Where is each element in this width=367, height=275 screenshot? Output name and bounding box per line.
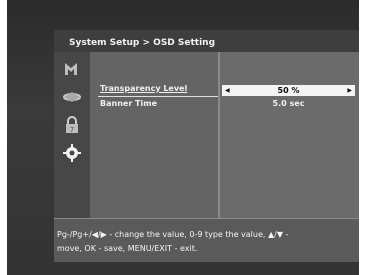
setting-label-transparency[interactable]: Transparency Level [100,84,187,93]
banner-time-value[interactable]: 5.0 sec [222,99,355,108]
arrow-left-icon[interactable]: ◀ [225,85,230,96]
settings-list: Transparency Level Banner Time [90,52,218,218]
arrow-right-icon[interactable]: ▶ [347,85,352,96]
cursor-icon[interactable] [62,60,82,78]
help-text: Pg-/Pg+/◀/▶ - change the value, 0-9 type… [57,230,289,253]
title-bar: System Setup > OSD Setting [54,30,359,52]
tv-frame: System Setup > OSD Setting 7 Transparenc… [7,0,359,275]
sidebar-icons: 7 [54,52,90,218]
selection-underline [98,96,218,97]
help-bar: Pg-/Pg+/◀/▶ - change the value, 0-9 type… [54,218,359,262]
gear-icon[interactable] [62,144,82,162]
lock-icon[interactable]: 7 [62,116,82,134]
transparency-value: 50 % [277,86,300,95]
transparency-value-selector[interactable]: ◀ 50 % ▶ [222,85,355,96]
setting-label-banner-time[interactable]: Banner Time [100,99,157,108]
settings-values: ◀ 50 % ▶ 5.0 sec [220,52,359,218]
svg-text:7: 7 [70,126,74,134]
satellite-icon[interactable] [62,88,82,106]
breadcrumb: System Setup > OSD Setting [69,38,216,48]
menu-body: 7 Transparency Level Banner Time ◀ 50 % … [54,52,359,218]
osd-screen: System Setup > OSD Setting 7 Transparenc… [54,30,359,262]
